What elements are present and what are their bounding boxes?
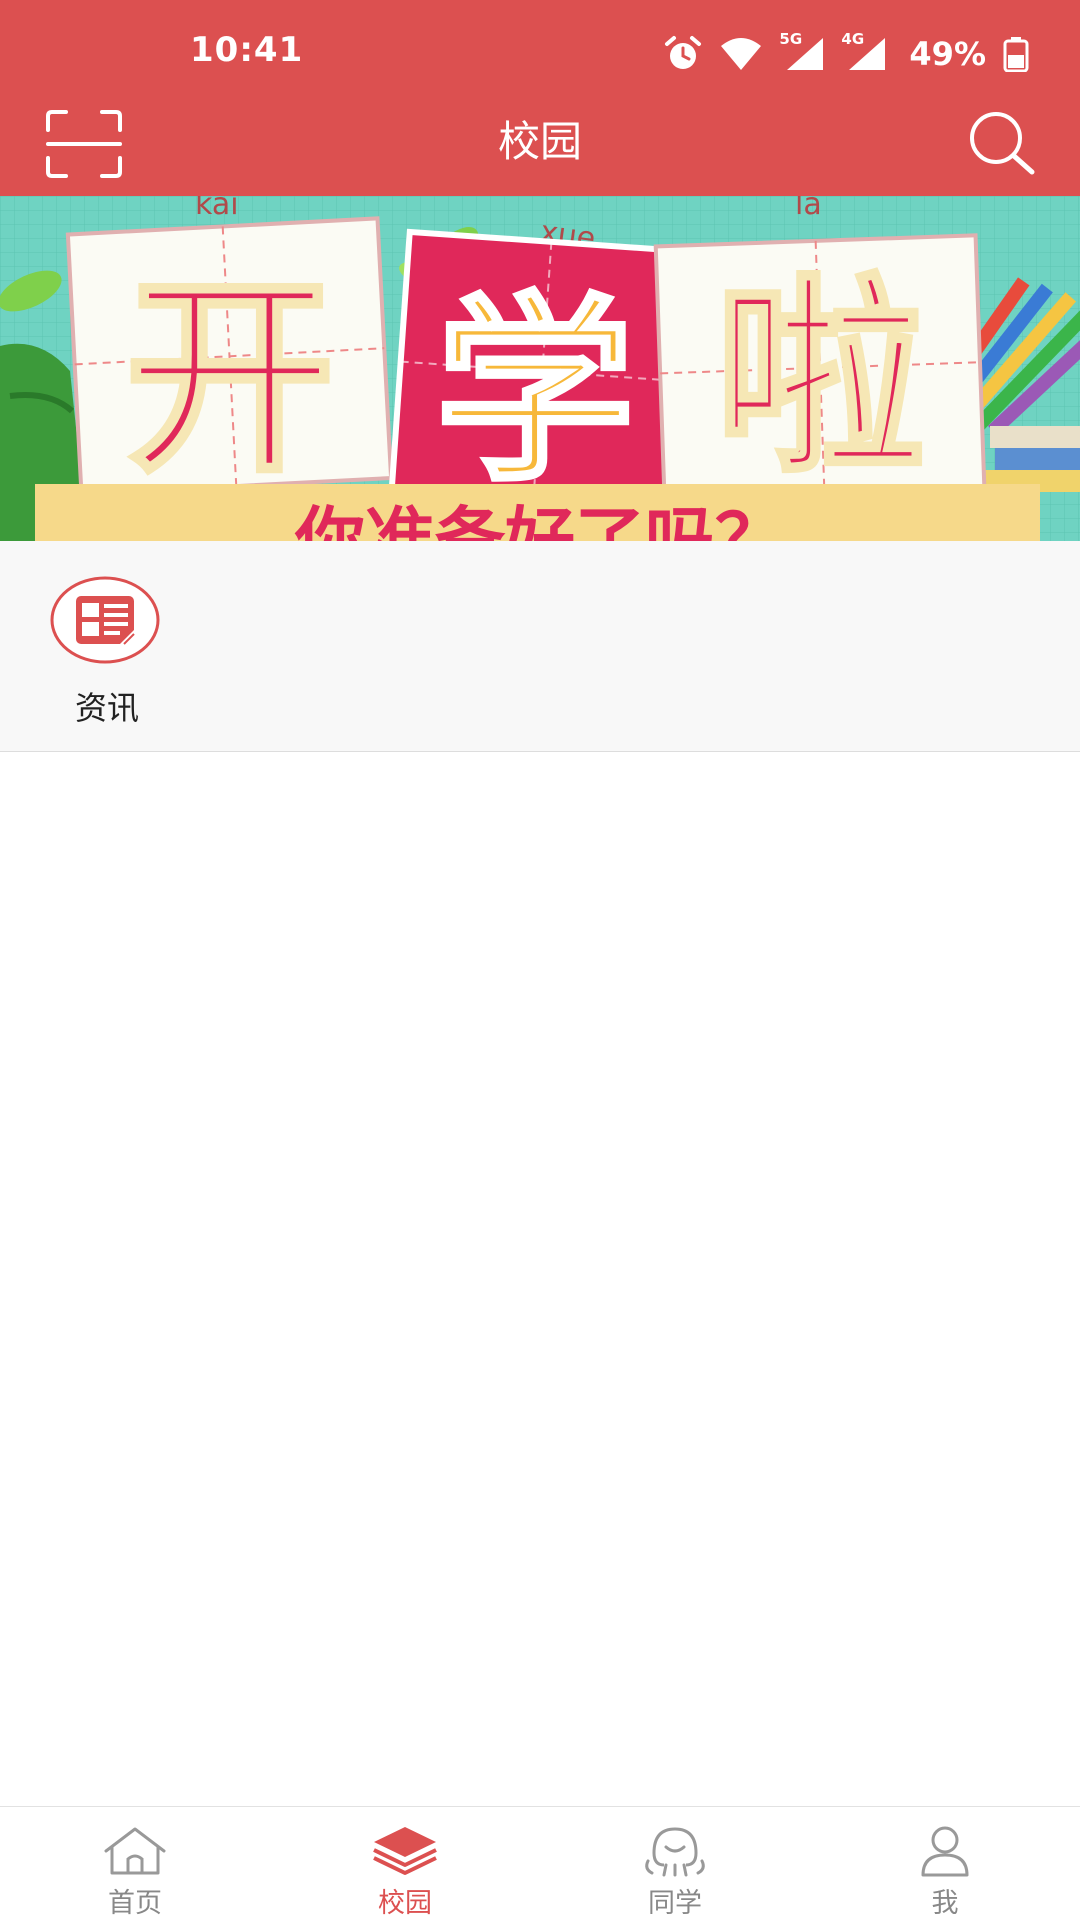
classmates-icon	[645, 1827, 705, 1877]
nav-home[interactable]: 首页	[0, 1807, 270, 1920]
signal-4g-label: 4G	[841, 30, 865, 48]
banner-illustration: kai xue la 开 学 啦 你准备好了吗？	[0, 196, 1080, 541]
quick-link-label: 资讯	[74, 689, 139, 727]
status-time: 10:41	[190, 30, 304, 70]
app-bar: 校园	[0, 100, 1080, 196]
promo-banner[interactable]: kai xue la 开 学 啦 你准备好了吗？	[0, 196, 1080, 541]
bottom-nav: 首页 校园 同学 我	[0, 1806, 1080, 1920]
home-icon	[104, 1827, 166, 1875]
nav-campus[interactable]: 校园	[270, 1807, 540, 1920]
quick-links: 资讯	[0, 541, 1080, 752]
campus-icon	[373, 1827, 437, 1875]
quick-link-news[interactable]: 资讯	[40, 571, 174, 731]
status-bar: 10:41 5G 4G 49%	[0, 0, 1080, 100]
nav-profile-label: 我	[931, 1888, 959, 1919]
search-icon	[970, 112, 1035, 175]
profile-icon	[921, 1826, 969, 1877]
nav-profile[interactable]: 我	[810, 1807, 1080, 1920]
banner-pinyin-kai: kai	[195, 196, 239, 222]
banner-subtitle: 你准备好了吗？	[294, 499, 785, 541]
banner-pinyin-la: la	[795, 196, 822, 222]
banner-char-xue: 学	[435, 276, 635, 509]
header: 10:41 5G 4G 49% 校园	[0, 0, 1080, 196]
wifi-icon	[721, 38, 762, 70]
nav-classmates[interactable]: 同学	[540, 1807, 810, 1920]
news-icon	[50, 576, 160, 664]
nav-campus-label: 校园	[378, 1888, 432, 1919]
signal-4g: 4G	[841, 30, 887, 72]
banner-char-kai: 开	[125, 256, 335, 501]
nav-home-label: 首页	[108, 1888, 162, 1919]
search-button[interactable]	[964, 108, 1040, 180]
campus-screen: 10:41 5G 4G 49% 校园 kai xue la 开 学 啦 你准备好…	[0, 0, 1080, 1920]
signal-5g-label: 5G	[779, 30, 803, 48]
nav-classmates-label: 同学	[648, 1888, 702, 1919]
page-title: 校园	[497, 117, 582, 166]
status-icons: 5G 4G 49%	[647, 30, 1030, 74]
battery-icon	[1003, 37, 1029, 72]
signal-5g: 5G	[779, 30, 825, 72]
battery-percent: 49%	[909, 35, 986, 73]
alarm-icon	[665, 36, 702, 69]
banner-char-la: 啦	[715, 256, 925, 501]
